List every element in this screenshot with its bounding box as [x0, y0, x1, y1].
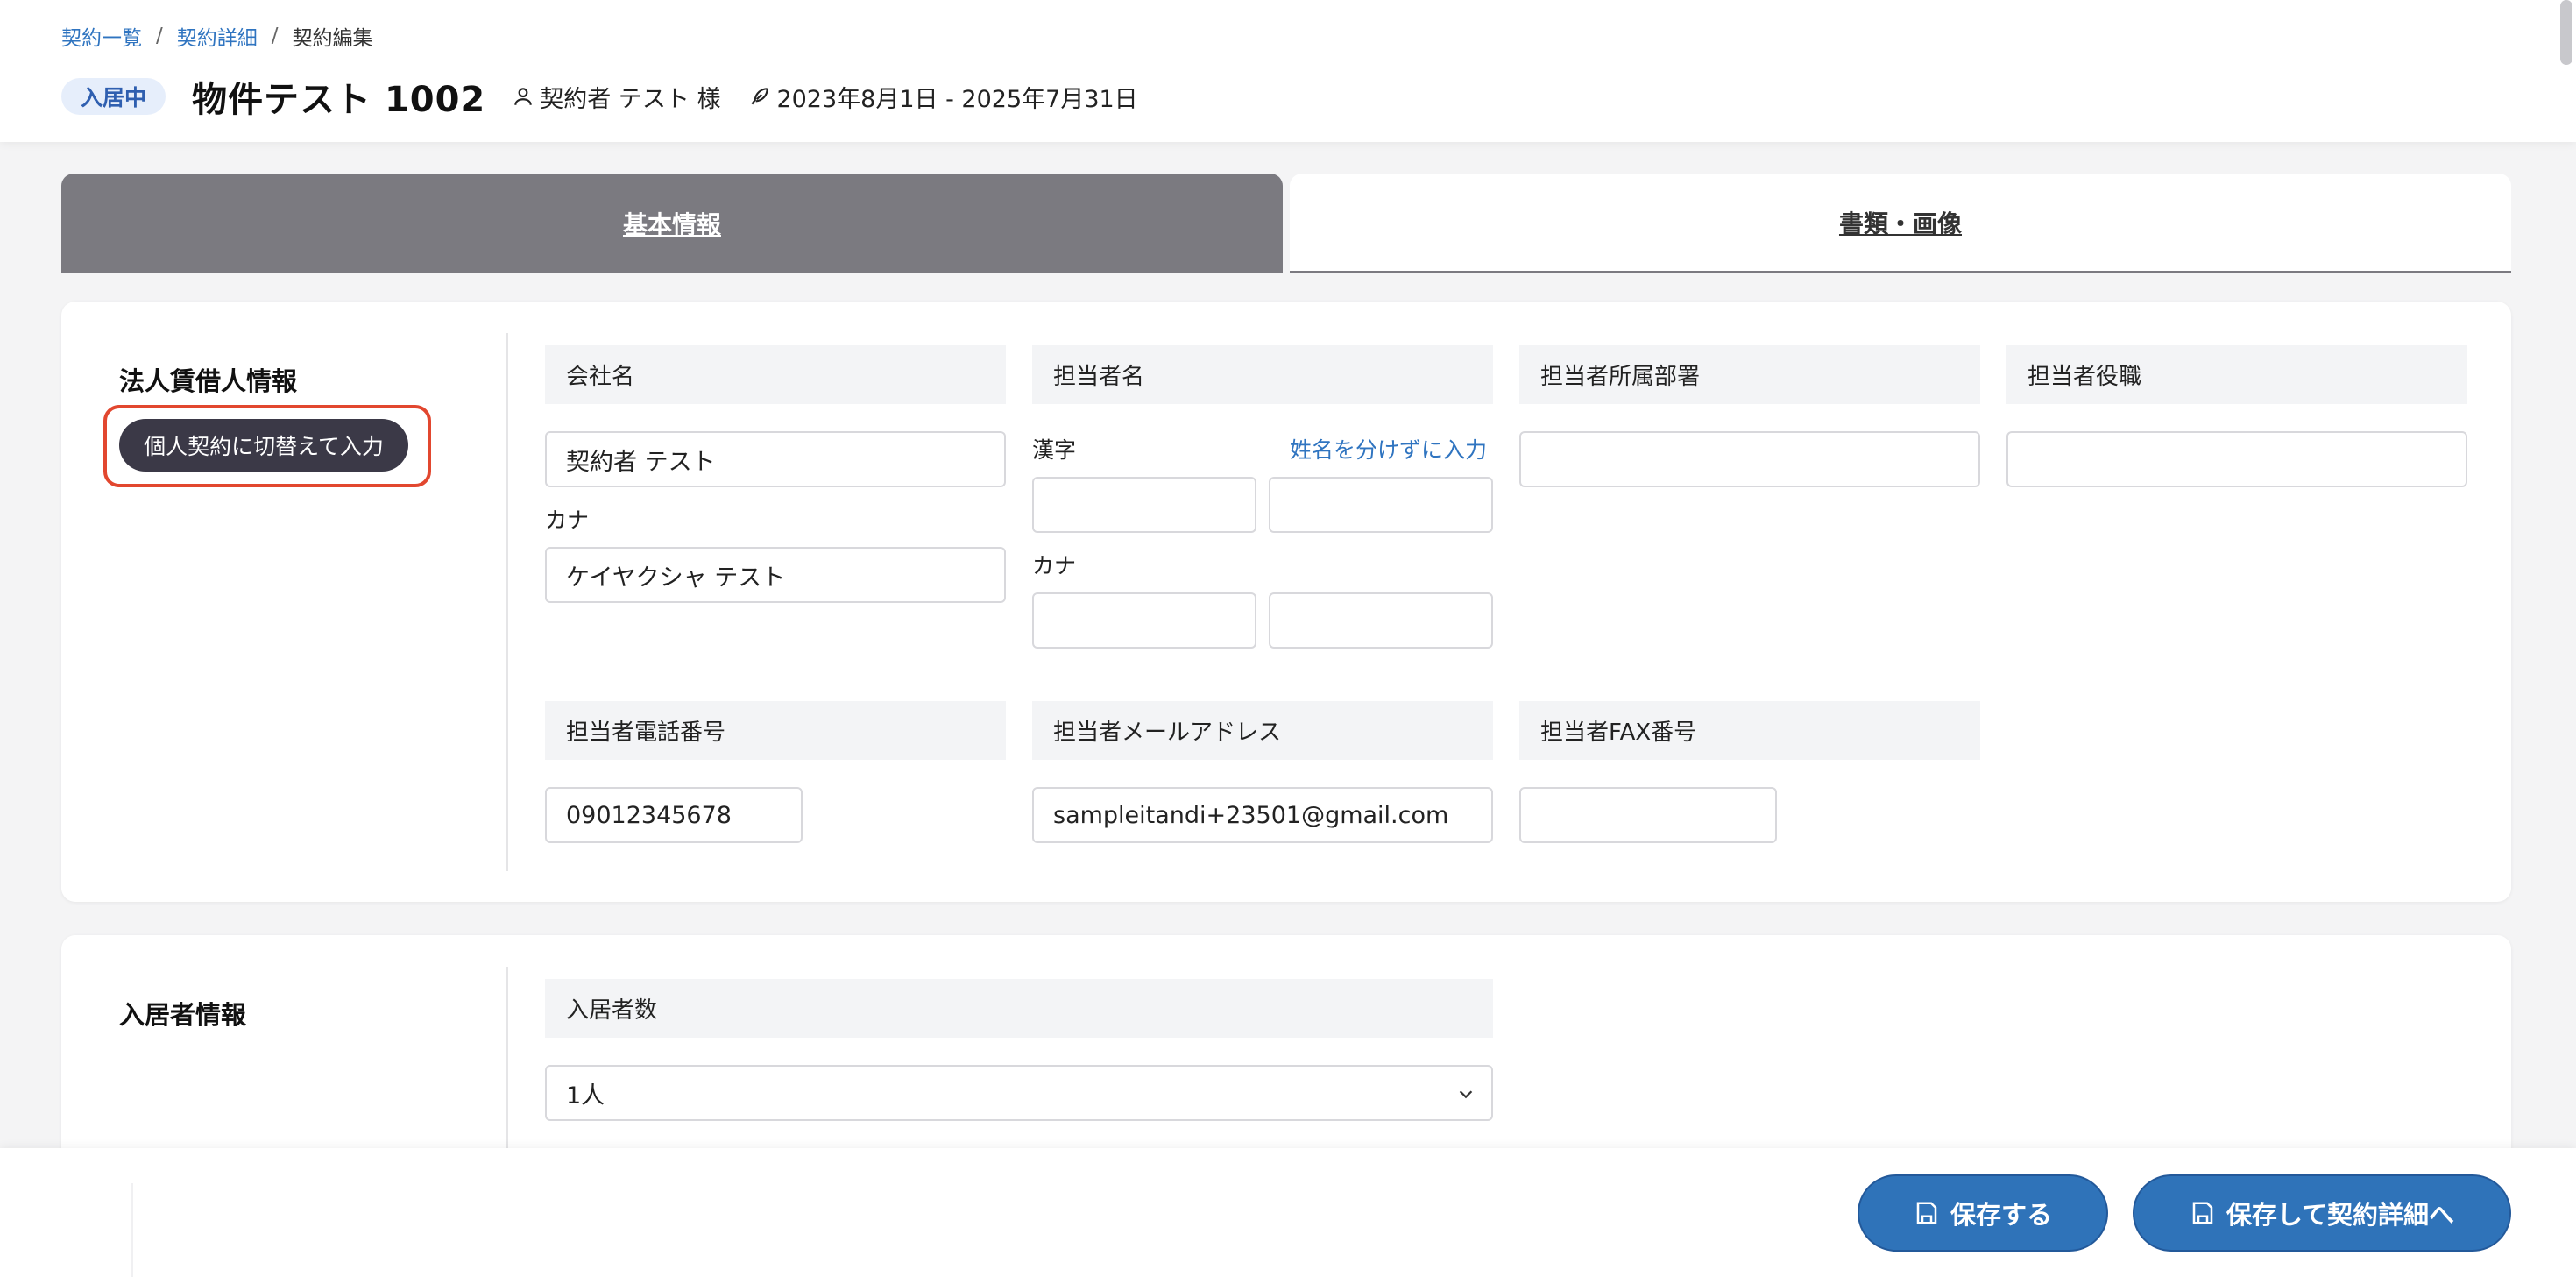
page-header: 契約一覧 / 契約詳細 / 契約編集 入居中 物件テスト 1002 契約者 テス…: [0, 0, 2576, 142]
contact-last-name-input[interactable]: [1032, 477, 1256, 533]
contact-first-name-input[interactable]: [1269, 477, 1493, 533]
company-name-input[interactable]: 契約者 テスト: [545, 431, 1006, 487]
occupant-count-select[interactable]: 1人: [545, 1065, 1493, 1121]
contact-kana-last-input[interactable]: [1032, 592, 1256, 649]
corporate-lessee-card: 法人賃借人情報 個人契約に切替えて入力 会社名 契約者 テスト カナ ケイヤクシ…: [61, 302, 2511, 902]
feather-pen-icon: [751, 88, 769, 105]
page-title: 物件テスト 1002: [192, 80, 486, 120]
switch-to-individual-button[interactable]: 個人契約に切替えて入力: [119, 419, 408, 472]
company-kana-input[interactable]: ケイヤクシャ テスト: [545, 547, 1006, 603]
position-label: 担当者役職: [2006, 345, 2467, 404]
phone-label: 担当者電話番号: [545, 701, 1006, 760]
scrollbar[interactable]: [2560, 0, 2572, 65]
contact-kana-first-input[interactable]: [1269, 592, 1493, 649]
occupant-count-label: 入居者数: [545, 979, 1493, 1038]
contract-period-text: 2023年8月1日 - 2025年7月31日: [776, 85, 1138, 113]
save-and-detail-button-label: 保存して契約詳細へ: [2226, 1200, 2455, 1230]
phone-input[interactable]: 09012345678: [545, 787, 803, 843]
status-badge: 入居中: [61, 78, 166, 115]
user-icon: [514, 88, 533, 105]
tab-basic-info[interactable]: 基本情報: [61, 174, 1283, 273]
contractor-name: 契約者 テスト 様: [540, 85, 721, 113]
contact-kana-label: カナ: [1032, 553, 1077, 578]
occupant-count-value: 1人: [566, 1082, 605, 1110]
contact-kanji-label: 漢字: [1032, 437, 1077, 463]
department-input[interactable]: [1519, 431, 1980, 487]
title-row: 入居中 物件テスト 1002 契約者 テスト 様 2023年8月1日 - 202…: [61, 70, 1138, 123]
breadcrumb-contract-list[interactable]: 契約一覧: [61, 21, 142, 51]
bottom-action-bar: 保存する 保存して契約詳細へ: [0, 1148, 2576, 1277]
department-label: 担当者所属部署: [1519, 345, 1980, 404]
tab-bar: 基本情報 書類・画像: [61, 174, 2511, 273]
email-label: 担当者メールアドレス: [1032, 701, 1493, 760]
breadcrumb-current: 契約編集: [292, 27, 373, 50]
fax-label: 担当者FAX番号: [1519, 701, 1980, 760]
section-title-corporate: 法人賃借人情報: [119, 366, 298, 396]
tab-documents-images[interactable]: 書類・画像: [1290, 174, 2511, 273]
save-and-detail-button[interactable]: 保存して契約詳細へ: [2133, 1174, 2511, 1252]
save-button[interactable]: 保存する: [1858, 1174, 2108, 1252]
breadcrumb-separator: /: [156, 25, 163, 47]
section-divider: [506, 333, 508, 871]
breadcrumb-contract-detail[interactable]: 契約詳細: [177, 21, 258, 51]
company-name-label: 会社名: [545, 345, 1006, 404]
bottom-bar-edge: [131, 1183, 133, 1277]
enter-full-name-link[interactable]: 姓名を分けずに入力: [1290, 433, 1487, 465]
section-title-occupants: 入居者情報: [119, 1000, 247, 1030]
contract-period: 2023年8月1日 - 2025年7月31日: [748, 80, 1138, 114]
contact-name-label: 担当者名: [1032, 345, 1493, 404]
chevron-down-icon: [1459, 1090, 1473, 1099]
floppy-disk-icon: [2192, 1202, 2213, 1224]
company-kana-label: カナ: [545, 507, 590, 533]
breadcrumb-separator: /: [271, 25, 279, 47]
save-button-label: 保存する: [1950, 1200, 2052, 1230]
floppy-disk-icon: [1916, 1202, 1937, 1224]
contractor-info: 契約者 テスト 様: [512, 80, 720, 114]
fax-input[interactable]: [1519, 787, 1777, 843]
email-input[interactable]: sampleitandi+23501@gmail.com: [1032, 787, 1493, 843]
position-input[interactable]: [2006, 431, 2467, 487]
breadcrumb: 契約一覧 / 契約詳細 / 契約編集: [61, 21, 373, 51]
